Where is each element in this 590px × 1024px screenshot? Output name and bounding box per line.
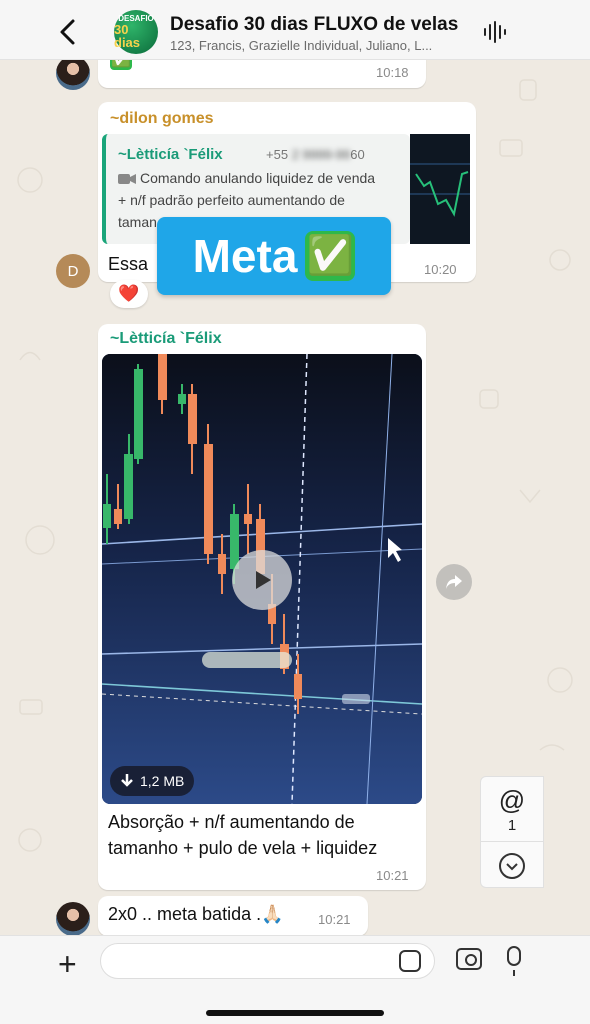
plus-icon[interactable]: + <box>58 946 77 983</box>
forward-icon <box>446 575 462 589</box>
quoted-line-3: taman <box>118 214 157 230</box>
mention-panel: @ 1 <box>480 776 544 888</box>
message-bubble-4[interactable]: 2x0 .. meta batida .🙏🏻 10:21 <box>98 896 368 935</box>
microphone-icon[interactable] <box>507 946 521 976</box>
message-text: Essa <box>108 254 149 274</box>
forward-button[interactable] <box>436 564 472 600</box>
message-time: 10:21 <box>376 868 409 883</box>
play-button[interactable] <box>232 550 292 610</box>
sticker-icon[interactable] <box>399 950 421 972</box>
message-bubble-1[interactable]: ✅ 10:18 <box>98 60 426 88</box>
download-icon <box>121 774 133 787</box>
home-indicator <box>206 1010 384 1016</box>
mention-count: 1 <box>507 817 517 834</box>
meta-sticker: Meta ✅ <box>157 217 391 295</box>
quoted-sender: ~Lètticía `Félix <box>118 146 223 163</box>
sticker-check-emoji: ✅ <box>305 231 356 281</box>
quoted-phone: +55 2 9999-9960 <box>266 147 365 162</box>
check-emoji: ✅ <box>110 60 132 70</box>
download-size-pill[interactable]: 1,2 MB <box>110 766 195 796</box>
group-avatar-line2: 30 dias <box>114 22 141 50</box>
panel-divider <box>481 841 543 842</box>
caption-line-2: tamanho + pulo de vela + liquidez <box>108 838 378 858</box>
sender-avatar[interactable]: D <box>56 254 90 288</box>
heart-reaction[interactable]: ❤️ <box>110 280 148 308</box>
group-title[interactable]: Desafio 30 dias FLUXO de velas <box>170 14 458 36</box>
video-size: 1,2 MB <box>140 773 185 789</box>
play-icon <box>256 571 271 589</box>
message-time: 10:21 <box>318 912 351 927</box>
quoted-line-1: Comando anulando liquidez de venda <box>140 170 376 186</box>
camera-icon[interactable] <box>456 948 482 970</box>
caption-line-1: Absorção + n/f aumentando de <box>108 812 355 832</box>
sender-avatar[interactable] <box>56 902 90 935</box>
message-time: 10:18 <box>376 65 409 80</box>
quoted-thumbnail <box>410 134 470 244</box>
message-bubble-3[interactable]: ~Lètticía `Félix 1,2 MB Absorção + n/f a… <box>98 324 426 890</box>
sticker-text: Meta <box>192 230 298 282</box>
audio-wave-icon[interactable] <box>482 20 508 44</box>
back-chevron-icon[interactable] <box>56 18 80 46</box>
sender-name[interactable]: ~dilon gomes <box>110 110 214 128</box>
message-input[interactable] <box>100 943 435 979</box>
message-time: 10:20 <box>424 262 457 277</box>
video-thumbnail[interactable]: 1,2 MB <box>102 354 422 804</box>
sender-name[interactable]: ~Lètticía `Félix <box>110 330 222 348</box>
mention-button[interactable]: @ <box>481 785 543 816</box>
chat-header: DESAFIO 30 dias Desafio 30 dias FLUXO de… <box>0 0 590 60</box>
message-text: 2x0 .. meta batida .🙏🏻 <box>108 904 284 924</box>
quoted-line-2: + n/f padrão perfeito aumentando de <box>118 192 345 208</box>
group-avatar[interactable]: DESAFIO 30 dias <box>114 10 158 54</box>
group-members[interactable]: 123, Francis, Grazielle Individual, Juli… <box>170 38 470 53</box>
chevron-down-icon[interactable] <box>499 853 525 879</box>
chat-area: ✅ 10:18 ~dilon gomes ~Lètticía `Félix +5… <box>0 60 590 935</box>
video-camera-icon <box>118 174 136 184</box>
